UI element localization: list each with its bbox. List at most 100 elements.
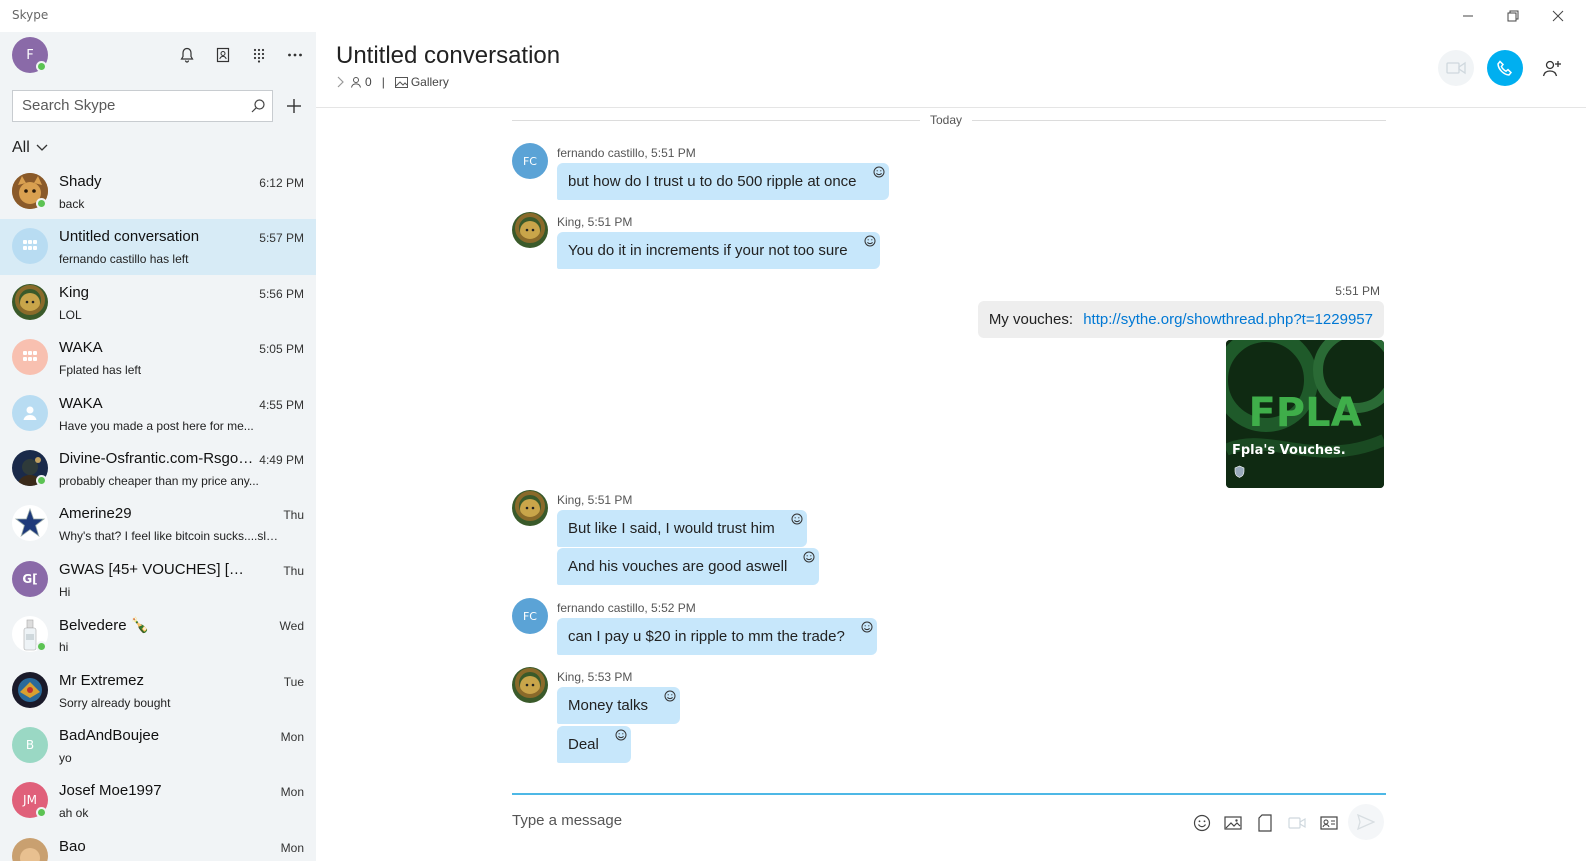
restore-button[interactable] — [1498, 4, 1528, 28]
chat-item-waka[interactable]: WAKA Have you made a post here for me...… — [0, 386, 316, 441]
avatar-initials: G[ — [22, 571, 38, 586]
person-icon — [23, 406, 37, 420]
chat-name: GWAS [45+ VOUCHES] [DONO... — [59, 560, 254, 578]
video-message-button[interactable] — [1287, 813, 1307, 833]
message-sender: King, 5:51 PM — [557, 215, 633, 229]
search-icon[interactable] — [250, 98, 266, 118]
chat-item-josef-moe1997[interactable]: JM Josef Moe1997 ah ok Mon — [0, 773, 316, 828]
link-preview-card[interactable]: FPLA Fpla's Vouches. — [1226, 340, 1384, 488]
sender-avatar[interactable] — [512, 490, 548, 526]
dialpad-icon — [253, 48, 265, 63]
message-bubble[interactable]: can I pay u $20 in ripple to mm the trad… — [557, 618, 877, 655]
send-button[interactable] — [1348, 804, 1384, 840]
message-text: Deal — [568, 736, 599, 753]
reaction-icon[interactable] — [861, 620, 873, 637]
restore-icon — [1507, 10, 1519, 22]
gallery-button[interactable]: Gallery — [394, 75, 449, 89]
send-contact-button[interactable] — [1319, 813, 1339, 833]
message-sender: fernando castillo, 5:52 PM — [557, 601, 696, 615]
message-sender: King, 5:53 PM — [557, 670, 633, 684]
add-people-button[interactable] — [1534, 50, 1570, 86]
sender-avatar[interactable]: FC — [512, 143, 548, 179]
chat-name: Untitled conversation — [59, 228, 200, 246]
preview-logo-text: FPLA — [1248, 390, 1361, 436]
chat-preview: back — [59, 197, 85, 211]
message-bubble[interactable]: Deal — [557, 726, 631, 763]
file-icon — [1258, 814, 1272, 832]
chat-item-waka-group[interactable]: WAKA Fplated has left 5:05 PM — [0, 330, 316, 385]
chat-filter-dropdown[interactable]: All — [12, 139, 48, 157]
person-icon — [351, 77, 361, 88]
sender-avatar[interactable]: FC — [512, 598, 548, 634]
sender-avatar[interactable] — [512, 212, 548, 248]
reaction-icon[interactable] — [873, 165, 885, 182]
chat-name: Mr Extremez — [59, 671, 145, 689]
video-call-button[interactable] — [1438, 50, 1474, 86]
chat-item-untitled-conversation[interactable]: Untitled conversation fernando castillo … — [0, 219, 316, 275]
chat-item-gwas[interactable]: G[ GWAS [45+ VOUCHES] [DONO... Hi Thu — [0, 552, 316, 607]
message-input[interactable] — [512, 812, 1162, 829]
chat-item-mr-extremez[interactable]: Mr Extremez Sorry already bought Tue — [0, 663, 316, 718]
gallery-label: Gallery — [410, 75, 449, 89]
chat-item-divine-osfrantic[interactable]: Divine-Osfrantic.com-Rsgol... probably c… — [0, 441, 316, 496]
new-chat-button[interactable] — [284, 96, 304, 116]
star-icon — [14, 508, 46, 538]
add-person-icon — [1542, 60, 1561, 77]
dialpad-button[interactable] — [249, 45, 269, 65]
contacts-button[interactable] — [213, 45, 233, 65]
notifications-button[interactable] — [177, 45, 197, 65]
conversation-title[interactable]: Untitled conversation — [336, 42, 560, 70]
chat-preview: probably cheaper than my price any... — [59, 473, 259, 488]
chat-item-shady[interactable]: Shady back 6:12 PM — [0, 164, 316, 219]
reaction-icon[interactable] — [864, 234, 876, 251]
reaction-icon[interactable] — [664, 689, 676, 706]
contacts-icon — [216, 47, 230, 63]
reaction-icon[interactable] — [803, 550, 815, 567]
chat-time: 5:56 PM — [259, 286, 304, 301]
audio-call-button[interactable] — [1487, 50, 1523, 86]
chevron-right-icon[interactable] — [336, 76, 344, 88]
chat-time: Tue — [283, 674, 304, 689]
chat-time: 6:12 PM — [259, 176, 304, 190]
chat-item-king[interactable]: King LOL 5:56 PM — [0, 275, 316, 330]
chat-preview: LOL — [59, 307, 82, 322]
chat-preview: Fplated has left — [59, 363, 142, 378]
chat-item-badandboujee[interactable]: B BadAndBoujee yo Mon — [0, 718, 316, 773]
profile-initial: F — [26, 47, 34, 63]
reaction-icon[interactable] — [615, 728, 627, 745]
message-text: And his vouches are good aswell — [568, 558, 788, 575]
chat-item-bao[interactable]: Bao Mon — [0, 829, 316, 861]
online-status-dot — [36, 198, 47, 209]
chat-preview: ah ok — [59, 806, 89, 821]
chat-item-belvedere[interactable]: Belvedere 🍾 hi Wed — [0, 607, 316, 662]
my-message-bubble[interactable]: My vouches: http://sythe.org/showthread.… — [977, 301, 1384, 338]
avatar-initials: FC — [522, 154, 537, 168]
chat-time: Wed — [279, 619, 304, 634]
chat-name: Bao — [59, 837, 86, 855]
chat-name: Divine-Osfrantic.com-Rsgol... — [59, 449, 254, 467]
chat-item-amerine29[interactable]: Amerine29 Why's that? I feel like bitcoi… — [0, 496, 316, 551]
minimize-button[interactable] — [1453, 4, 1483, 28]
message-bubble[interactable]: You do it in increments if your not too … — [557, 232, 880, 269]
chat-preview: fernando castillo has left — [59, 252, 189, 267]
contact-card-icon — [1320, 816, 1338, 830]
composer-divider — [512, 793, 1386, 795]
reaction-icon[interactable] — [791, 512, 803, 529]
emoji-button[interactable] — [1192, 813, 1212, 833]
more-options-button[interactable] — [285, 45, 305, 65]
message-bubble[interactable]: Money talks — [557, 687, 681, 724]
message-bubble[interactable]: but how do I trust u to do 500 ripple at… — [557, 163, 889, 200]
participants-button[interactable]: 0 — [350, 75, 372, 89]
send-image-button[interactable] — [1223, 813, 1243, 833]
online-status-dot — [36, 807, 47, 819]
send-file-button[interactable] — [1255, 813, 1275, 833]
sender-avatar[interactable] — [512, 667, 548, 703]
close-button[interactable] — [1543, 4, 1573, 28]
my-message-label: My vouches: — [988, 311, 1074, 328]
message-bubble[interactable]: But like I said, I would trust him — [557, 510, 807, 547]
vouches-link[interactable]: http://sythe.org/showthread.php?t=122995… — [1083, 311, 1373, 328]
avatar — [12, 837, 48, 861]
message-bubble[interactable]: And his vouches are good aswell — [557, 548, 820, 585]
search-input[interactable] — [22, 97, 242, 114]
avatar — [12, 283, 48, 320]
